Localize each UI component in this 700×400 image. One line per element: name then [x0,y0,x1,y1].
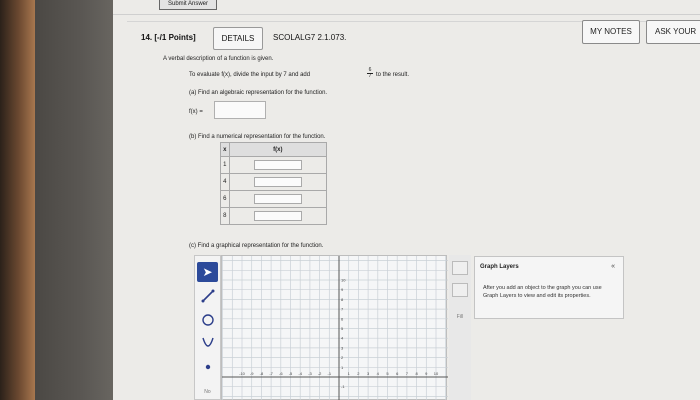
question-code: SCOLALG7 2.1.073. [273,33,347,42]
intro-text: A verbal description of a function is gi… [163,56,274,62]
table-row: 4 [220,173,328,191]
table-header-row: x f(x) [220,142,328,157]
question-header: 14. [-/1 Points] DETAILS SCOLALG7 2.1.07… [127,21,647,53]
fill-palette-icon[interactable] [452,261,468,275]
fx-input[interactable] [253,177,302,187]
x-tick-label: 10 [434,371,439,376]
grid-lines [222,256,448,400]
fill-button[interactable]: Fill [452,311,468,331]
x-tick-label: -10 [239,371,246,376]
coordinate-grid: -10 -9 -8 -7 -6 -5 -4 -3 -2 -1 1 2 3 4 5 6 7 8 9 10 1098765… [222,256,448,400]
table-row: 8 [220,207,328,225]
part-b-prompt: (b) Find a numerical representation for … [189,134,326,140]
x-tick-label: 4 [377,371,380,376]
fx-cell [228,173,328,191]
x-tick-label: 5 [386,371,389,376]
graph-layers-title: Graph Layers [480,264,519,270]
x-tick-label: -6 [279,371,283,376]
description-suffix: to the result. [376,72,410,78]
line-icon [201,289,214,303]
fraction-denominator: 7 [368,73,372,79]
x-tick-label: -8 [260,371,264,376]
x-tick-label: -5 [289,371,293,376]
fx-column-header: f(x) [228,142,328,157]
point-tool-icon[interactable] [197,360,218,380]
x-tick-label: -9 [250,371,254,376]
x-value: 4 [220,173,230,191]
x-tick-label: 9 [425,371,428,376]
my-notes-button[interactable]: MY NOTES [582,20,640,44]
x-tick-label: 2 [357,371,360,376]
submit-answer-button[interactable]: Submit Answer [159,0,217,10]
y-tick-labels: 10987654321-1 [341,278,346,390]
x-tick-label: 1 [348,371,351,376]
question-number: 14. [-/1 Points] [141,33,196,42]
no-solution-button[interactable]: No [197,382,218,400]
table-row: 1 [220,156,328,174]
fx-input[interactable] [253,194,302,204]
table-row: 6 [220,190,328,208]
x-tick-label: 3 [367,371,370,376]
part-c-prompt: (c) Find a graphical representation for … [189,243,324,249]
ask-teacher-button[interactable]: ASK YOUR [646,20,700,44]
graph-side-tools: Fill [449,255,471,400]
fx-input[interactable] [253,160,302,170]
line-tool-icon[interactable] [197,289,218,309]
x-tick-label: 6 [396,371,399,376]
page-margin [35,0,113,400]
graph-layers-help: After you add an object to the graph you… [483,285,602,299]
numerical-table: x f(x) 1 4 6 8 [220,142,328,225]
details-button[interactable]: DETAILS [213,27,263,50]
graph-toolbar: ➤ No [194,255,221,400]
parabola-icon [201,337,214,347]
monitor-bezel [0,0,35,400]
part-a-prompt: (a) Find an algebraic representation for… [189,90,328,96]
axes [222,256,448,400]
circle-tool-icon[interactable] [197,313,218,333]
algebraic-answer-input[interactable] [214,101,266,119]
graph-layers-panel: Graph Layers « After you add an object t… [474,256,624,319]
fraction: 6 7 [367,68,373,79]
fill-label: Fill [456,314,464,320]
y-tick-label: 10 [341,278,346,283]
x-value: 1 [220,156,230,174]
fx-cell [228,156,328,174]
graph-canvas[interactable]: -10 -9 -8 -7 -6 -5 -4 -3 -2 -1 1 2 3 4 5 6 7 8 9 10 10 9 8 7 6 5… [221,255,448,400]
x-tick-label: 7 [406,371,409,376]
x-value: 6 [220,190,230,208]
fx-cell [228,190,328,208]
description-text: To evaluate f(x), divide the input by 7 … [189,72,311,78]
x-tick-label: -4 [298,371,302,376]
x-tick-label: -7 [269,371,273,376]
layers-toggle-icon[interactable] [452,283,468,297]
collapse-icon[interactable]: « [611,263,615,270]
arrow-select-icon[interactable]: ➤ [197,262,218,282]
parabola-tool-icon[interactable] [197,336,218,356]
x-tick-label: 8 [415,371,418,376]
x-tick-label: -3 [308,371,312,376]
x-column-header: x [220,142,230,157]
circle-icon [201,314,214,326]
x-value: 8 [220,207,230,225]
part-a-label: f(x) = [189,109,203,115]
x-tick-label: -2 [318,371,322,376]
divider [113,14,700,15]
x-tick-label: -1 [328,371,332,376]
fx-cell [228,207,328,225]
point-icon [205,364,210,370]
fx-input[interactable] [253,211,302,221]
